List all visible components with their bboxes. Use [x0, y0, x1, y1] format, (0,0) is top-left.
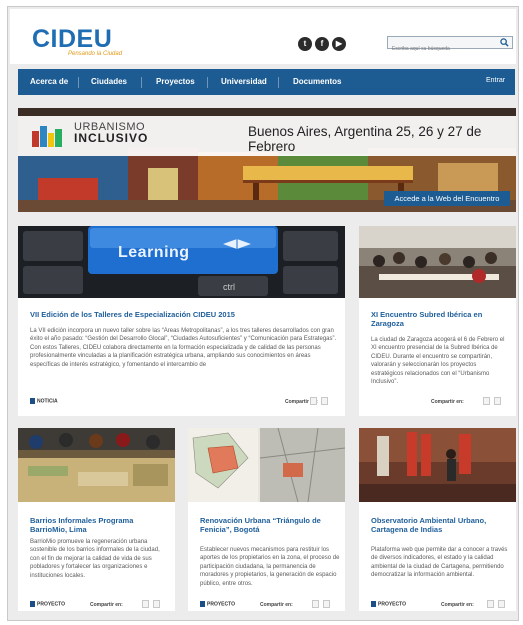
nav-divider [207, 77, 208, 88]
nav-proyectos[interactable]: Proyectos [156, 77, 195, 86]
card-image-conference [359, 428, 516, 502]
card-tag-label: PROYECTO [378, 601, 406, 608]
share-label: Compartir en: [441, 602, 474, 608]
share-social-icon[interactable] [498, 600, 505, 608]
card-title[interactable]: VII Edición de los Talleres de Especiali… [30, 310, 335, 319]
card-tag: PROYECTO [371, 601, 406, 607]
share-label: Compartir en: [90, 602, 123, 608]
nav-login[interactable]: Entrar [486, 77, 505, 84]
news-card-zaragoza[interactable]: XI Encuentro Subred Ibérica en Zaragoza … [359, 226, 516, 416]
event-banner[interactable]: URBANISMO INCLUSIVO Buenos Aires, Argent… [18, 108, 516, 212]
youtube-icon[interactable]: ▶ [332, 37, 346, 51]
nav-acerca[interactable]: Acerca de [30, 77, 68, 86]
card-image-text: Learning [118, 244, 190, 261]
card-image-model [18, 428, 175, 502]
card-image-meeting [359, 226, 516, 298]
share-email-icon[interactable] [483, 397, 490, 405]
project-card-cartagena[interactable]: Observatorio Ambiental Urbano, Cartagena… [359, 428, 516, 611]
tag-icon [30, 398, 35, 404]
card-tag-label: PROYECTO [37, 601, 65, 608]
twitter-icon[interactable]: t [298, 37, 312, 51]
card-tag: NOTICIA [30, 398, 58, 404]
card-image-keyboard: Learning ctrl [18, 226, 345, 298]
card-image-key: ctrl [223, 282, 235, 292]
nav-divider [278, 77, 279, 88]
tag-icon [200, 601, 205, 607]
banner-location: Buenos Aires, Argentina 25, 26 y 27 de F… [248, 124, 482, 154]
card-description: La ciudad de Zaragoza acogerá el 6 de Fe… [371, 337, 505, 386]
share-social-icon[interactable] [153, 600, 160, 608]
card-title[interactable]: Barrios Informales Programa BarrioMio, L… [30, 516, 168, 534]
share-label: Compartir en: [260, 602, 293, 608]
site-header: CIDEU Pensando la Ciudad t f ▶ [10, 9, 516, 64]
card-tag: PROYECTO [200, 601, 235, 607]
logo-text-b: DEU [58, 25, 113, 53]
share-social-icon[interactable] [323, 600, 330, 608]
banner-line2: INCLUSIVO [74, 131, 149, 145]
nav-divider [78, 77, 79, 88]
urbanismo-logo-icon [32, 126, 62, 147]
search-input[interactable] [388, 43, 492, 55]
share-social-icon[interactable] [321, 397, 328, 405]
card-tag-label: PROYECTO [207, 601, 235, 608]
card-description: Establecer nuevos mecanismos para restit… [200, 547, 340, 587]
nav-universidad[interactable]: Universidad [221, 77, 267, 86]
nav-ciudades[interactable]: Ciudades [91, 77, 127, 86]
search-icon[interactable] [500, 38, 509, 47]
card-title[interactable]: Renovación Urbana “Triángulo de Fenicia”… [200, 516, 340, 534]
facebook-icon[interactable]: f [315, 37, 329, 51]
card-title[interactable]: XI Encuentro Subred Ibérica en Zaragoza [371, 310, 509, 328]
project-card-barriomio[interactable]: Barrios Informales Programa BarrioMio, L… [18, 428, 175, 611]
banner-cta-button[interactable]: Accede a la Web del Encuentro [384, 191, 510, 206]
share-email-icon[interactable] [312, 600, 319, 608]
main-nav: Acerca de Ciudades Proyectos Universidad… [18, 69, 515, 95]
card-image-map [188, 428, 345, 502]
share-email-icon[interactable] [487, 600, 494, 608]
project-card-fenicia[interactable]: Renovación Urbana “Triángulo de Fenicia”… [188, 428, 345, 611]
search-box [387, 36, 513, 55]
card-description: BarrioMio promueve la regeneración urban… [30, 539, 160, 579]
card-description: Plataforma web que permite dar a conocer… [371, 547, 508, 579]
card-title[interactable]: Observatorio Ambiental Urbano, Cartagena… [371, 516, 511, 534]
nav-divider [141, 77, 142, 88]
nav-documentos[interactable]: Documentos [293, 77, 341, 86]
share-social-icon[interactable] [494, 397, 501, 405]
logo-tagline: Pensando la Ciudad [68, 51, 123, 57]
logo-text-a: CI [32, 25, 58, 53]
card-description: La VII edición incorpora un nuevo taller… [30, 328, 337, 368]
cideu-logo[interactable]: CIDEU [32, 25, 112, 54]
card-tag: PROYECTO [30, 601, 65, 607]
card-tag-label: NOTICIA [37, 398, 58, 405]
share-label: Compartir en: [431, 399, 464, 405]
tag-icon [30, 601, 35, 607]
news-card-talleres[interactable]: Learning ctrl VII Edición de los Tallere… [18, 226, 345, 416]
share-email-icon[interactable] [310, 397, 317, 405]
share-email-icon[interactable] [142, 600, 149, 608]
tag-icon [371, 601, 376, 607]
